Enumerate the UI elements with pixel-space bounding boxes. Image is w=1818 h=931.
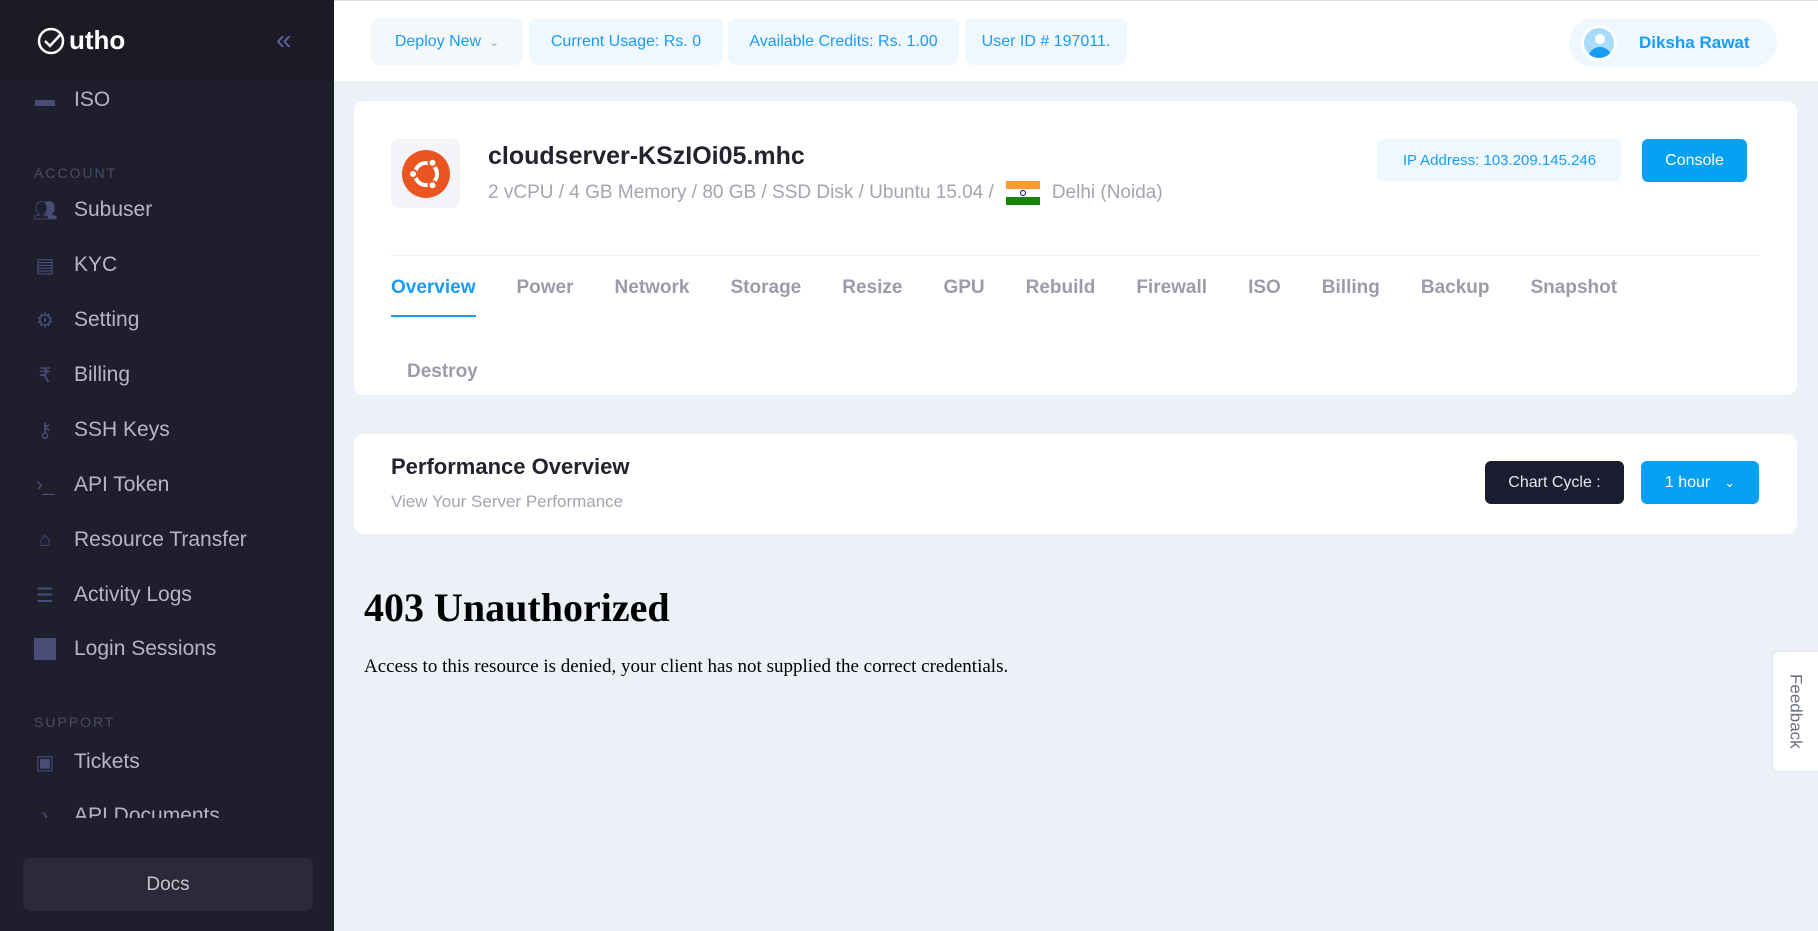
tab-iso[interactable]: ISO xyxy=(1248,277,1281,317)
disc-icon: ▬ xyxy=(35,88,55,111)
users-icon: 👥︎ xyxy=(32,199,58,222)
feedback-label: Feedback xyxy=(1786,674,1806,749)
sidebar-item-api-documents[interactable]: › API Documents xyxy=(34,804,220,818)
key-icon: ⚷ xyxy=(37,419,53,442)
server-tabs: Overview Power Network Storage Resize GP… xyxy=(391,277,1771,399)
section-support: SUPPORT xyxy=(34,714,116,730)
error-title: 403 Unauthorized xyxy=(364,585,670,630)
sidebar-item-tickets[interactable]: ▣ Tickets xyxy=(34,750,140,774)
sidebar-item-label: Resource Transfer xyxy=(74,528,247,551)
sidebar-item-label: ISO xyxy=(74,88,111,111)
sidebar-item-kyc[interactable]: ▤ KYC xyxy=(34,253,118,277)
session-icon xyxy=(34,638,56,660)
terminal-icon: ›_ xyxy=(36,473,54,496)
user-name: Diksha Rawat xyxy=(1639,32,1750,52)
sidebar-item-label: Setting xyxy=(74,308,140,331)
logo[interactable]: utho xyxy=(37,25,125,56)
india-flag-icon xyxy=(1005,181,1040,205)
avatar xyxy=(1581,24,1617,61)
sidebar-item-label: Subuser xyxy=(74,198,153,221)
sidebar-item-label: SSH Keys xyxy=(74,418,170,441)
tab-firewall[interactable]: Firewall xyxy=(1136,277,1207,317)
specs-text: 2 vCPU / 4 GB Memory / 80 GB / SSD Disk … xyxy=(488,182,994,203)
tab-resize[interactable]: Resize xyxy=(842,277,902,317)
tab-backup[interactable]: Backup xyxy=(1421,277,1490,317)
docs-button[interactable]: Docs xyxy=(23,858,313,911)
sidebar-item-ssh-keys[interactable]: ⚷ SSH Keys xyxy=(34,418,170,442)
tab-billing[interactable]: Billing xyxy=(1322,277,1380,317)
chevron-down-icon: ⌄ xyxy=(1724,474,1736,490)
chat-icon: ▣ xyxy=(35,751,55,774)
chart-cycle-label: Chart Cycle : xyxy=(1485,461,1624,504)
tab-snapshot[interactable]: Snapshot xyxy=(1531,277,1618,317)
top-header: Deploy New ⌄ Current Usage: Rs. 0 Availab… xyxy=(334,0,1818,81)
sidebar-item-resource-transfer[interactable]: ⌂ Resource Transfer xyxy=(34,528,247,552)
logo-bar: utho « xyxy=(0,0,334,81)
tab-power[interactable]: Power xyxy=(517,277,574,317)
server-name: cloudserver-KSzIOi05.mhc xyxy=(488,142,805,170)
sidebar-item-label: Billing xyxy=(74,363,131,386)
server-specs: 2 vCPU / 4 GB Memory / 80 GB / SSD Disk … xyxy=(488,181,1163,205)
sidebar-item-label: Login Sessions xyxy=(74,637,217,660)
check-circle-logo-icon xyxy=(37,27,65,54)
sidebar-item-label: Tickets xyxy=(74,750,140,773)
section-account: ACCOUNT xyxy=(34,165,118,181)
current-usage: Current Usage: Rs. 0 xyxy=(529,18,723,65)
sidebar-item-label: API Token xyxy=(74,473,170,496)
sidebar-item-label: API Documents xyxy=(74,804,220,818)
deploy-new-dropdown[interactable]: Deploy New ⌄ xyxy=(371,18,523,65)
server-location: Delhi (Noida) xyxy=(1051,182,1163,203)
tab-gpu[interactable]: GPU xyxy=(943,277,984,317)
available-credits: Available Credits: Rs. 1.00 xyxy=(728,18,959,65)
sidebar-item-billing[interactable]: ₹ Billing xyxy=(34,363,130,387)
sidebar-item-login-sessions[interactable]: Login Sessions xyxy=(34,637,216,661)
chevron-down-icon: ⌄ xyxy=(489,34,500,49)
deploy-new-label: Deploy New xyxy=(394,32,482,50)
error-message: Access to this resource is denied, your … xyxy=(364,656,1009,677)
sliders-icon: ☰ xyxy=(36,584,54,607)
gear-icon: ⚙ xyxy=(36,309,54,332)
divider xyxy=(391,255,1760,256)
terminal-icon: › xyxy=(41,804,49,819)
user-menu[interactable]: Diksha Rawat xyxy=(1569,18,1777,67)
collapse-sidebar-icon[interactable]: « xyxy=(276,24,292,56)
chart-cycle-dropdown[interactable]: 1 hour ⌄ xyxy=(1641,461,1759,504)
tab-rebuild[interactable]: Rebuild xyxy=(1026,277,1096,317)
sidebar-item-label: Activity Logs xyxy=(74,583,192,606)
tab-storage[interactable]: Storage xyxy=(731,277,802,317)
performance-card: Performance Overview View Your Server Pe… xyxy=(354,434,1797,534)
sidebar-item-subuser[interactable]: 👥︎ Subuser xyxy=(32,198,153,222)
sidebar-item-setting[interactable]: ⚙ Setting xyxy=(34,308,139,332)
id-document-icon: ▤ xyxy=(35,254,55,277)
feedback-tab[interactable]: Feedback xyxy=(1773,652,1818,771)
performance-subtitle: View Your Server Performance xyxy=(391,492,624,511)
sidebar: utho « ▬ ISO ACCOUNT 👥︎ Subuser ▤ KYC ⚙ Sett… xyxy=(0,0,334,931)
transfer-icon: ⌂ xyxy=(38,528,52,551)
rupee-icon: ₹ xyxy=(38,364,52,387)
sidebar-item-iso[interactable]: ▬ ISO xyxy=(34,88,110,112)
sidebar-item-api-token[interactable]: ›_ API Token xyxy=(34,473,169,497)
tab-overview[interactable]: Overview xyxy=(391,277,476,317)
performance-title: Performance Overview xyxy=(391,454,630,479)
brand-name: utho xyxy=(69,25,126,55)
sidebar-item-label: KYC xyxy=(74,253,118,276)
server-card: cloudserver-KSzIOi05.mhc 2 vCPU / 4 GB M… xyxy=(354,101,1797,395)
chart-cycle-value: 1 hour xyxy=(1664,473,1711,491)
tab-destroy[interactable]: Destroy xyxy=(407,361,478,399)
ubuntu-icon xyxy=(391,139,460,208)
user-id: User ID # 197011. xyxy=(965,18,1127,65)
ip-address: IP Address: 103.209.145.246 xyxy=(1377,139,1622,182)
console-button[interactable]: Console xyxy=(1642,139,1747,182)
sidebar-item-activity-logs[interactable]: ☰ Activity Logs xyxy=(34,583,192,607)
tab-network[interactable]: Network xyxy=(615,277,690,317)
clipped-area: › API Documents xyxy=(0,804,334,818)
